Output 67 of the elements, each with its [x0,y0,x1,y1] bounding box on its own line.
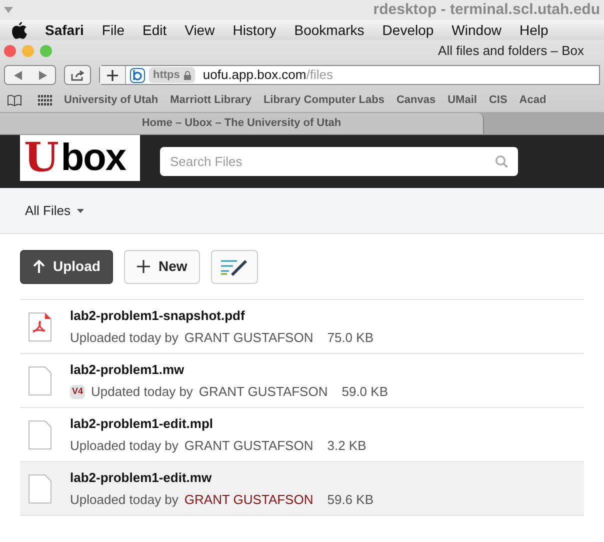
file-action: Uploaded today by [70,491,178,509]
book-icon[interactable] [7,94,22,106]
menu-item[interactable]: View [184,20,215,40]
triangle-icon [4,7,13,13]
notes-button[interactable] [211,250,258,284]
file-size: 59.6 KB [327,491,374,509]
user-link[interactable]: GRANT GUSTAFSON [184,490,314,510]
file-name[interactable]: lab2-problem1-snapshot.pdf [70,306,374,325]
menu-item[interactable]: Window [452,20,502,40]
file-name[interactable]: lab2-problem1.mw [70,360,388,379]
window-title: rdesktop - terminal.scl.utah.edu [373,0,600,20]
file-icon [28,366,52,396]
file-size: 3.2 KB [327,437,366,455]
bookmark-link[interactable]: Marriott Library [170,92,252,108]
bookmark-link[interactable]: UMail [448,92,477,108]
menu-item[interactable]: History [232,20,276,40]
address-bar[interactable]: https uofu.app.box.com/files [99,65,600,85]
menu-item[interactable]: Bookmarks [294,20,364,40]
file-icon [28,420,52,450]
file-size: 59.0 KB [342,383,388,401]
user-link[interactable]: GRANT GUSTAFSON [198,382,328,402]
file-row[interactable]: lab2-problem1-edit.mw Uploaded today by GRANT GUSTAFSON 59.6 KB [20,462,584,516]
file-action: Uploaded today by [70,329,178,347]
menu-item[interactable]: Help [519,20,548,40]
traffic-light-icon[interactable] [4,45,16,57]
upload-button[interactable]: Upload [20,250,114,284]
bookmark-link[interactable]: Canvas [396,92,436,108]
user-link[interactable]: GRANT GUSTAFSON [184,328,314,348]
apple-icon [12,22,27,38]
pdf-file-icon [28,312,52,342]
search-icon [495,155,508,168]
file-action: Uploaded today by [70,437,178,455]
lock-icon [184,70,191,80]
browser-tab[interactable]: Home – Ubox – The University of Utah [0,113,484,134]
file-name[interactable]: lab2-problem1-edit.mpl [70,414,366,433]
file-icon [28,474,52,504]
plus-icon [137,260,150,273]
file-action: Updated today by [91,383,193,401]
share-icon [70,70,84,80]
version-badge[interactable]: V4 [70,385,86,398]
bookmark-link[interactable]: University of Utah [64,92,158,108]
url-text: uofu.app.box.com/files [202,66,333,84]
menu-item[interactable]: Safari [45,20,84,40]
bookmark-link[interactable]: CIS [488,92,508,108]
back-forward-button[interactable] [4,65,56,85]
add-tab-icon[interactable] [100,66,126,84]
logo[interactable]: Ubox [20,135,140,181]
caret-icon [76,208,84,212]
search-field[interactable]: Search Files [160,147,518,176]
arrow-up-icon [33,260,45,274]
forward-icon [38,70,46,80]
menu-item[interactable]: File [102,20,124,40]
browser-title: All files and folders – Box [438,42,585,60]
breadcrumb-dropdown[interactable]: All Files [25,200,84,220]
https-badge: https [149,66,195,84]
bookmark-link[interactable]: Acad [519,92,546,108]
file-name[interactable]: lab2-problem1-edit.mw [70,468,374,487]
share-button[interactable] [64,65,91,85]
new-button[interactable]: New [124,250,200,284]
user-link[interactable]: GRANT GUSTAFSON [184,436,314,456]
grid-icon[interactable] [38,94,52,106]
menu-item[interactable]: Edit [142,20,167,40]
site-icon [130,68,145,82]
bookmark-link[interactable]: Library Computer Labs [263,92,384,108]
file-size: 75.0 KB [327,329,374,347]
back-icon [14,70,22,80]
menu-item[interactable]: Develop [382,20,434,40]
